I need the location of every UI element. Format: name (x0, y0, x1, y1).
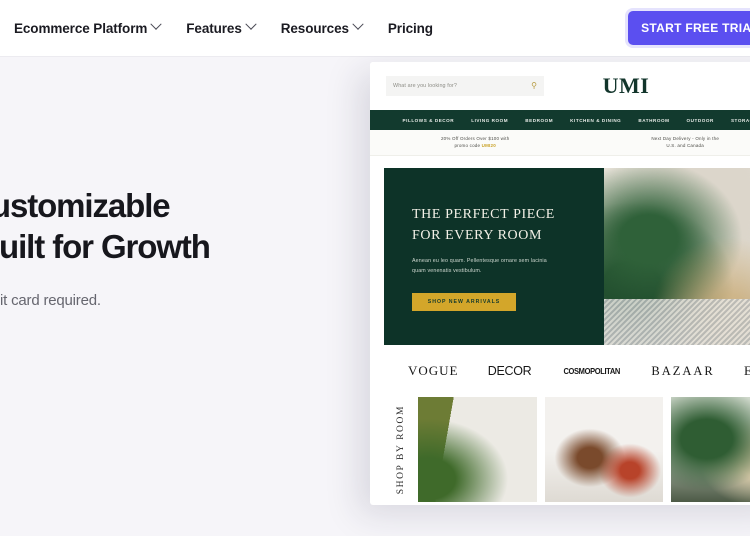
chevron-down-icon (150, 18, 162, 30)
promo-right-line-2: U.S. and Canada (666, 142, 704, 148)
hero-title-line-2: rce Built for Growth (0, 227, 211, 265)
hero-title-line-1: nd Customizable (0, 187, 171, 224)
press-logo-vogue: VOGUE (408, 363, 459, 378)
nav-item-label: Ecommerce Platform (14, 20, 148, 36)
promo-code: UMI20 (481, 142, 496, 148)
hero-subtitle: ys—no credit card required. (0, 291, 101, 309)
promo-left-line-2: promo code (454, 142, 481, 148)
shop-new-arrivals-button[interactable]: SHOP NEW ARRIVALS (412, 292, 516, 311)
store-nav-item-bedroom[interactable]: BEDROOM (525, 118, 553, 123)
store-nav-item-kitchen-dining[interactable]: KITCHEN & DINING (570, 118, 621, 123)
start-free-trial-button[interactable]: START FREE TRIAL (628, 11, 750, 45)
press-logo-cosmopolitan: COSMOPOLITAN (563, 366, 620, 376)
shop-by-room-section: SHOP BY ROOM (370, 397, 750, 502)
nav-item-resources[interactable]: Resources (280, 18, 364, 36)
store-hero-banner: THE PERFECT PIECE FOR EVERY ROOM Aenean … (384, 168, 750, 345)
nav-item-label: Features (186, 20, 242, 36)
promo-message-left: 20% Off Orders Over $100 with promo code… (441, 136, 510, 150)
nav-item-label: Resources (280, 20, 349, 36)
landing-page: Ecommerce Platform Features Resources Pr… (0, 0, 750, 536)
store-search-input[interactable]: What are you looking for? ⚲ (386, 76, 544, 96)
chevron-down-icon (245, 18, 257, 30)
room-card-garden-patio[interactable] (671, 397, 750, 502)
header-cta-container: START FREE TRIAL (628, 11, 750, 45)
site-header: Ecommerce Platform Features Resources Pr… (0, 0, 750, 56)
store-promo-bar: 20% Off Orders Over $100 with promo code… (370, 130, 750, 156)
shop-by-room-cards (418, 397, 750, 502)
store-nav-item-outdoor[interactable]: OUTDOOR (687, 118, 714, 123)
store-hero-body: Aenean eu leo quam. Pellentesque ornare … (412, 258, 547, 274)
nav-item-pricing[interactable]: Pricing (388, 21, 433, 36)
store-hero-title-line-2: FOR EVERY ROOM (412, 228, 543, 243)
store-nav-item-pillows-decor[interactable]: PILLOWS & DECOR (403, 118, 455, 123)
promo-left-line-1: 20% Off Orders Over $100 with (440, 135, 510, 141)
press-logo-bazaar: BAZAAR (651, 363, 715, 378)
nav-item-ecommerce-platform[interactable]: Ecommerce Platform (14, 18, 162, 36)
storefront-mockup: What are you looking for? ⚲ UMI PILLOWS … (370, 62, 750, 505)
press-logo-esquire: E (744, 363, 750, 378)
shop-by-room-label: SHOP BY ROOM (396, 404, 406, 495)
main-navigation: Ecommerce Platform Features Resources Pr… (0, 18, 433, 36)
nav-item-features[interactable]: Features (186, 18, 257, 36)
chevron-down-icon (352, 18, 364, 30)
store-topbar: What are you looking for? ⚲ UMI (370, 62, 750, 110)
press-logo-strip: VOGUE DECOR COSMOPOLITAN BAZAAR E (370, 345, 750, 397)
store-search-placeholder: What are you looking for? (393, 83, 457, 89)
store-nav-item-storage[interactable]: STORAGE (731, 118, 750, 123)
room-card-dining-nook[interactable] (544, 397, 664, 502)
promo-message-right: Next Day Delivery - Only in the U.S. and… (651, 136, 719, 150)
shop-by-room-label-container: SHOP BY ROOM (384, 397, 418, 502)
page-title: nd Customizable rce Built for Growth (0, 186, 392, 268)
store-category-nav: PILLOWS & DECOR LIVING ROOM BEDROOM KITC… (370, 110, 750, 130)
store-nav-item-bathroom[interactable]: BATHROOM (638, 118, 669, 123)
store-hero-title: THE PERFECT PIECE FOR EVERY ROOM (412, 204, 627, 246)
hero-copy: nd Customizable rce Built for Growth ys—… (0, 186, 392, 309)
room-card-living-room[interactable] (418, 397, 537, 502)
store-nav-item-living-room[interactable]: LIVING ROOM (471, 118, 508, 123)
promo-right-line-1: Next Day Delivery - Only in the (651, 135, 720, 141)
store-logo: UMI (602, 73, 650, 98)
store-hero-title-line-1: THE PERFECT PIECE (412, 207, 555, 222)
press-logo-elle-decor: DECOR (487, 364, 532, 378)
search-icon[interactable]: ⚲ (531, 82, 537, 90)
store-hero-text: THE PERFECT PIECE FOR EVERY ROOM Aenean … (384, 168, 627, 345)
nav-item-label: Pricing (387, 20, 433, 36)
